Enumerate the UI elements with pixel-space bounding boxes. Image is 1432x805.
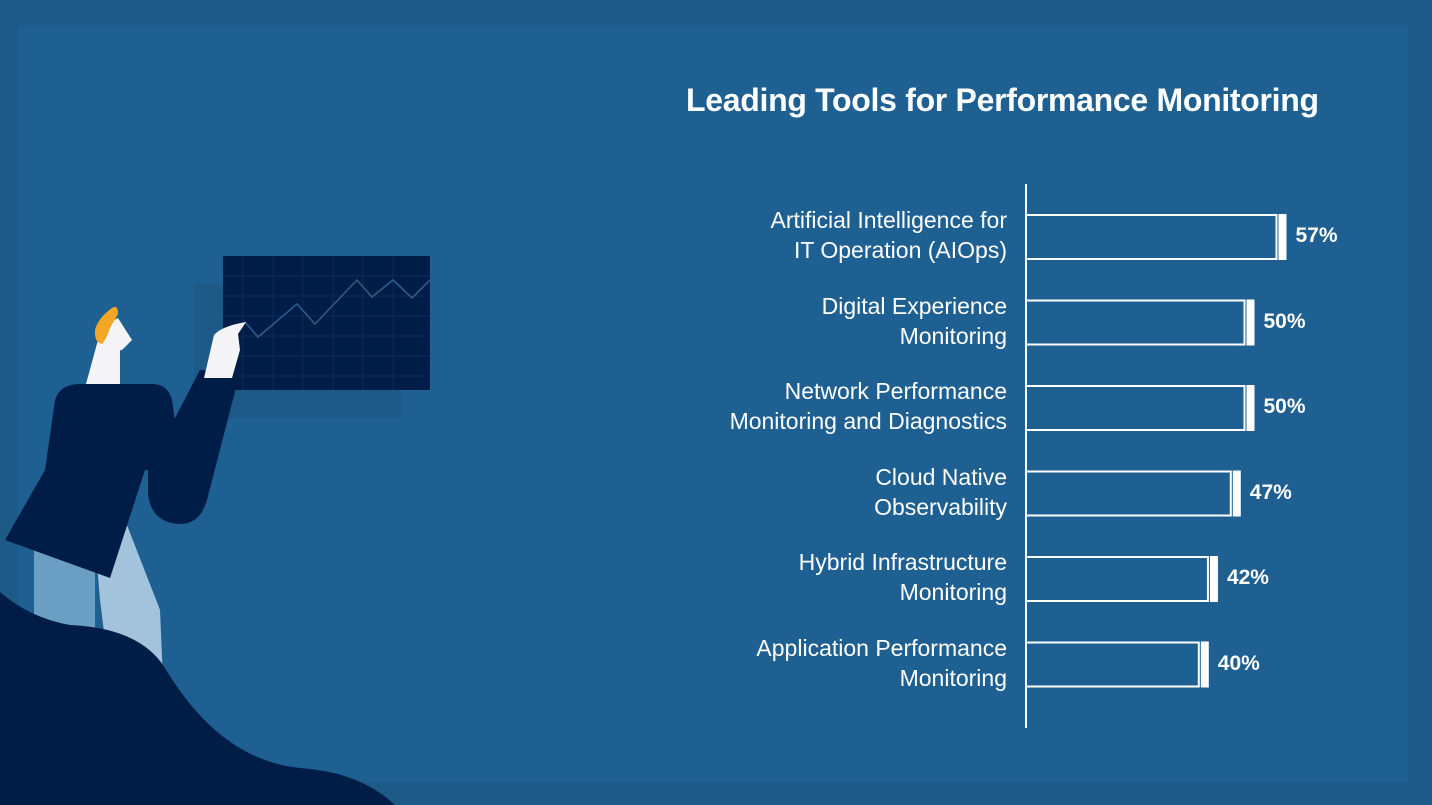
bar-outline bbox=[1025, 556, 1209, 602]
bar bbox=[1025, 556, 1218, 602]
bar-end-cap bbox=[1200, 641, 1209, 688]
value-label: 50% bbox=[1263, 309, 1306, 333]
bar-outline bbox=[1025, 470, 1232, 517]
bar bbox=[1025, 385, 1255, 431]
bar-end-cap bbox=[1246, 299, 1255, 346]
category-label: Artificial Intelligence for IT Operation… bbox=[770, 207, 1008, 263]
bar bbox=[1025, 641, 1209, 688]
value-label: 57% bbox=[1295, 224, 1338, 247]
value-label: 50% bbox=[1263, 395, 1306, 418]
bar bbox=[1025, 214, 1287, 260]
bar-end-cap bbox=[1209, 556, 1218, 602]
bar-end-cap bbox=[1246, 385, 1255, 431]
category-label: Digital Experience Monitoring bbox=[821, 292, 1007, 349]
bar-end-cap bbox=[1232, 470, 1241, 517]
bar bbox=[1025, 299, 1255, 346]
bar-outline bbox=[1025, 299, 1246, 346]
category-label: Hybrid Infrastructure Monitoring bbox=[798, 549, 1007, 605]
bar-outline bbox=[1025, 214, 1278, 260]
bar-end-cap bbox=[1278, 214, 1287, 260]
category-label: Network Performance Monitoring and Diagn… bbox=[729, 378, 1007, 434]
value-label: 47% bbox=[1249, 480, 1292, 504]
bar bbox=[1025, 470, 1241, 517]
category-label: Application Performance Monitoring bbox=[756, 634, 1007, 691]
value-label: 42% bbox=[1226, 566, 1269, 589]
bar-outline bbox=[1025, 385, 1246, 431]
category-label: Cloud Native Observability bbox=[874, 463, 1007, 520]
bar-outline bbox=[1025, 641, 1200, 688]
value-label: 40% bbox=[1217, 651, 1260, 675]
